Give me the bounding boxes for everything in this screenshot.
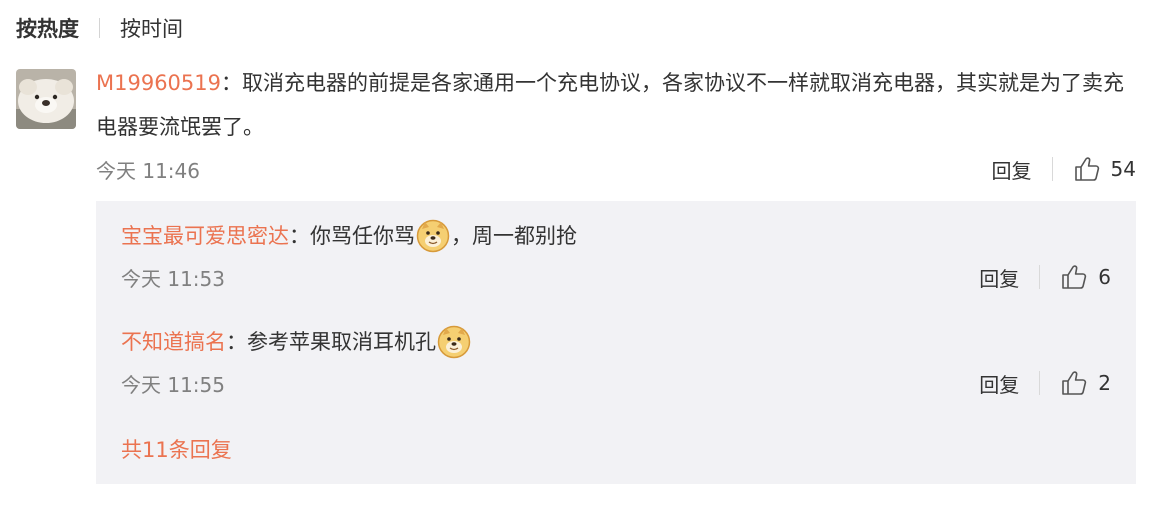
thumbs-up-icon xyxy=(1074,157,1099,181)
reply-meta: 今天 11:55 回复 2 xyxy=(121,368,1111,398)
comment-text: M19960519：取消充电器的前提是各家通用一个充电协议，各家协议不一样就取消… xyxy=(96,61,1141,149)
like-count: 54 xyxy=(1110,157,1136,181)
thumbs-up-icon xyxy=(1062,265,1087,289)
action-divider xyxy=(1051,157,1053,181)
reply-text-after: ，周一都别抢 xyxy=(451,224,577,248)
comment-body: 取消充电器的前提是各家通用一个充电协议，各家协议不一样就取消充电器，其实就是为了… xyxy=(96,71,1125,139)
reply-text-before: 参考苹果取消耳机孔 xyxy=(247,330,436,354)
comment-actions: 回复 54 xyxy=(992,155,1136,184)
view-all-replies-link[interactable]: 共11条回复 xyxy=(121,434,232,464)
comment-time: 今天 11:46 xyxy=(96,158,200,183)
comment-meta: 今天 11:46 回复 54 xyxy=(96,154,1136,184)
reply-button[interactable]: 回复 xyxy=(992,155,1032,184)
like-count: 2 xyxy=(1098,371,1111,395)
avatar-dog-image xyxy=(16,69,76,129)
reply-item: 不知道搞名：参考苹果取消耳机孔 xyxy=(121,325,472,359)
like-button[interactable]: 2 xyxy=(1060,369,1111,397)
reply-meta: 今天 11:53 回复 6 xyxy=(121,262,1111,292)
like-count: 6 xyxy=(1098,265,1111,289)
comment-separator: ： xyxy=(221,71,243,95)
sort-divider xyxy=(99,18,100,38)
reply-item: 宝宝最可爱思密达：你骂任你骂 ，周一都别抢 xyxy=(121,219,577,253)
reply-separator: ： xyxy=(289,224,310,248)
reply-text-before: 你骂任你骂 xyxy=(310,224,415,248)
sort-by-hot-tab[interactable]: 按热度 xyxy=(16,13,79,43)
reply-time: 今天 11:55 xyxy=(121,372,225,397)
doge-emoji-icon xyxy=(437,325,471,359)
reply-actions: 回复 2 xyxy=(979,369,1111,398)
like-button[interactable]: 54 xyxy=(1073,155,1136,183)
reply-username-link[interactable]: 宝宝最可爱思密达 xyxy=(121,221,289,251)
doge-emoji-icon xyxy=(416,219,450,253)
sort-bar: 按热度 按时间 xyxy=(16,12,183,44)
reply-time: 今天 11:53 xyxy=(121,266,225,291)
reply-separator: ： xyxy=(226,330,247,354)
action-divider xyxy=(1039,371,1041,395)
like-button[interactable]: 6 xyxy=(1060,263,1111,291)
reply-button[interactable]: 回复 xyxy=(979,369,1019,398)
avatar[interactable] xyxy=(16,69,76,129)
sort-by-time-tab[interactable]: 按时间 xyxy=(120,13,183,43)
reply-actions: 回复 6 xyxy=(979,263,1111,292)
replies-panel: 宝宝最可爱思密达：你骂任你骂 ，周一都别抢 今天 11:53 回复 6 不知道搞… xyxy=(96,201,1136,484)
action-divider xyxy=(1039,265,1041,289)
thumbs-up-icon xyxy=(1062,371,1087,395)
comment-username-link[interactable]: M19960519 xyxy=(96,71,221,95)
reply-username-link[interactable]: 不知道搞名 xyxy=(121,327,226,357)
reply-button[interactable]: 回复 xyxy=(979,263,1019,292)
